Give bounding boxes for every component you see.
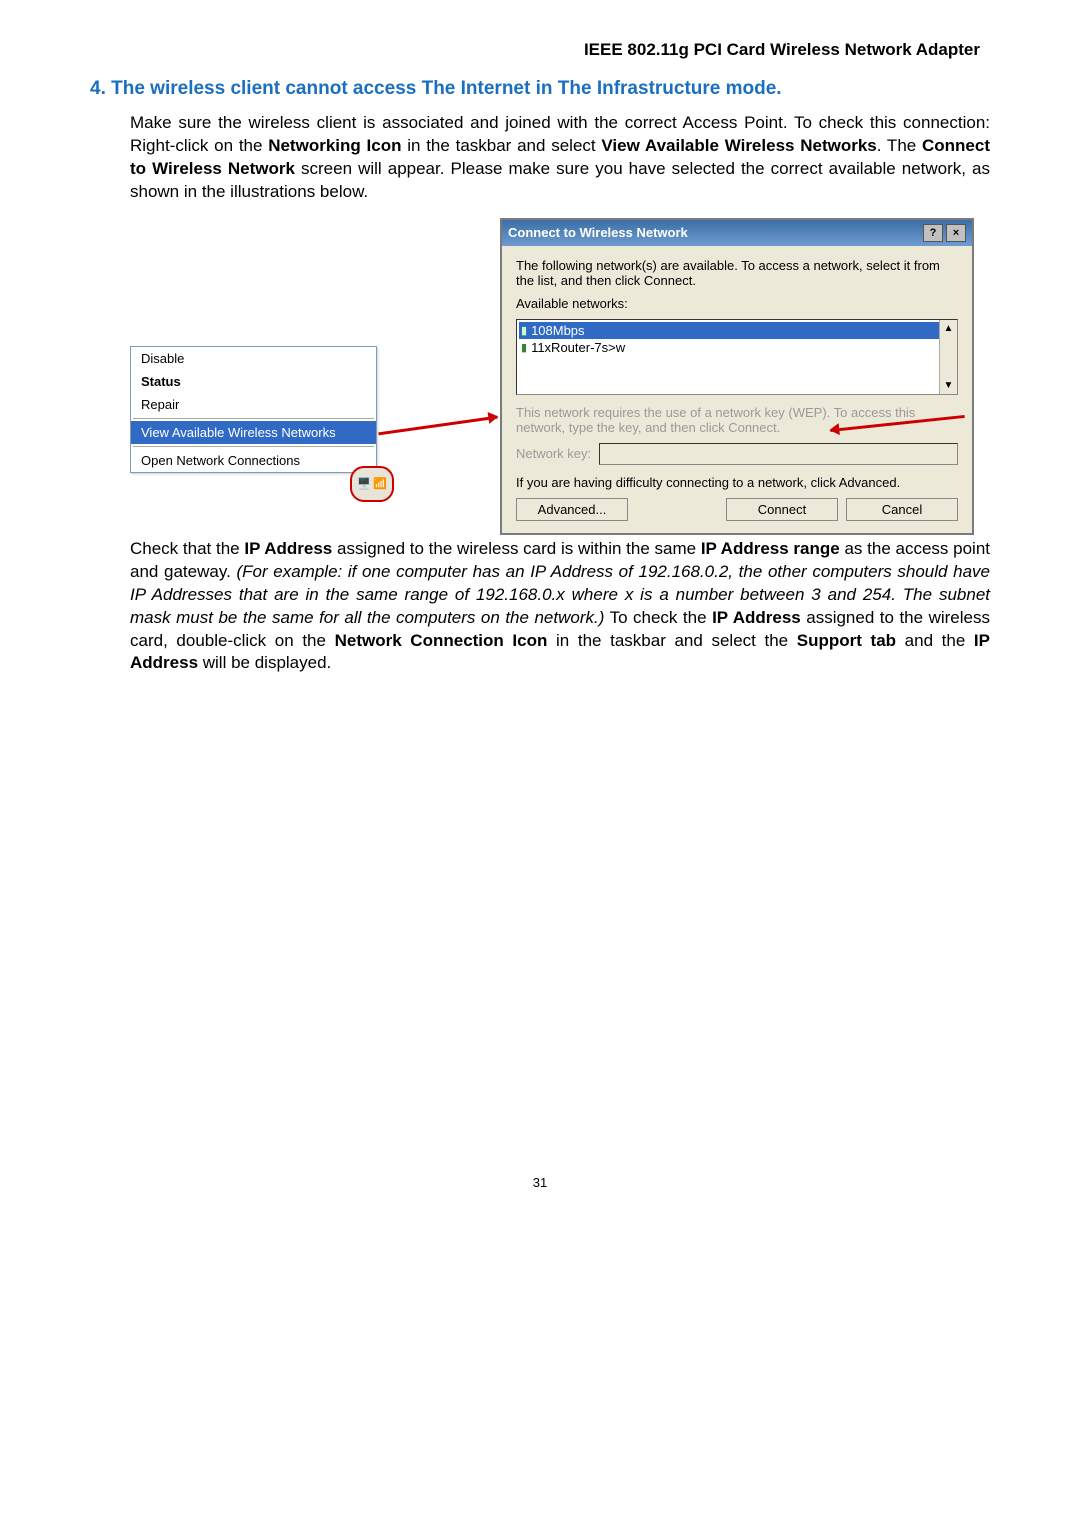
network-key-label: Network key:	[516, 446, 591, 461]
signal-icon: ▮	[521, 341, 527, 354]
dialog-body: The following network(s) are available. …	[502, 246, 972, 533]
wep-hint: This network requires the use of a netwo…	[516, 405, 958, 435]
connect-dialog: Connect to Wireless Network ? × The foll…	[500, 218, 974, 535]
dialog-button-row: Advanced... Connect Cancel	[516, 498, 958, 521]
ctx-repair[interactable]: Repair	[131, 393, 376, 416]
p1-mid1: in the taskbar and select	[401, 136, 601, 155]
dialog-description: The following network(s) are available. …	[516, 258, 958, 288]
p2-b4: Network Connection Icon	[335, 631, 548, 650]
advanced-button[interactable]: Advanced...	[516, 498, 628, 521]
network-item[interactable]: ▮ 11xRouter-7s>w	[519, 339, 955, 356]
screenshots-row: Disable Status Repair View Available Wir…	[130, 218, 990, 508]
dialog-title: Connect to Wireless Network	[508, 225, 688, 240]
arrow-annotation-1	[378, 415, 497, 435]
ctx-open-connections[interactable]: Open Network Connections	[131, 449, 376, 472]
scroll-down-icon[interactable]: ▼	[944, 377, 954, 394]
ctx-view-available[interactable]: View Available Wireless Networks	[131, 421, 376, 444]
network-key-row: Network key:	[516, 443, 958, 465]
advanced-hint: If you are having difficulty connecting …	[516, 475, 958, 490]
p2-b5: Support tab	[797, 631, 896, 650]
network-name-2: 11xRouter-7s>w	[531, 340, 625, 355]
context-menu: Disable Status Repair View Available Wir…	[130, 346, 377, 473]
tray-network-icon[interactable]: 🖥️ 📶	[350, 466, 394, 502]
p2-b3: IP Address	[712, 608, 801, 627]
ctx-separator	[133, 418, 374, 419]
dialog-titlebar: Connect to Wireless Network ? ×	[502, 220, 972, 246]
p2-mid1: assigned to the wireless card is within …	[332, 539, 701, 558]
cancel-button[interactable]: Cancel	[846, 498, 958, 521]
header-title: IEEE 802.11g PCI Card Wireless Network A…	[90, 40, 980, 60]
help-button[interactable]: ?	[923, 224, 943, 242]
ctx-disable[interactable]: Disable	[131, 347, 376, 370]
p2-pre: Check that the	[130, 539, 244, 558]
scroll-up-icon[interactable]: ▲	[944, 320, 954, 337]
p2-mid5: in the taskbar and select the	[547, 631, 796, 650]
section-heading: 4. The wireless client cannot access The…	[90, 78, 990, 100]
p2-mid3: To check the	[604, 608, 712, 627]
p2-post: will be displayed.	[198, 653, 331, 672]
intro-paragraph: Make sure the wireless client is associa…	[130, 112, 990, 204]
network-name-1: 108Mbps	[531, 323, 584, 338]
p1-mid2: . The	[877, 136, 922, 155]
network-item-selected[interactable]: ▮ 108Mbps	[519, 322, 955, 339]
ctx-status[interactable]: Status	[131, 370, 376, 393]
available-networks-list[interactable]: ▮ 108Mbps ▮ 11xRouter-7s>w ▲ ▼	[516, 319, 958, 395]
connect-button[interactable]: Connect	[726, 498, 838, 521]
p2-mid6: and the	[896, 631, 974, 650]
p2-b2: IP Address range	[701, 539, 840, 558]
ctx-separator-2	[133, 446, 374, 447]
monitor-icon: 🖥️	[357, 477, 371, 490]
signal-icon: ▮	[521, 324, 527, 337]
p1-b2: View Available Wireless Networks	[601, 136, 876, 155]
list-scrollbar[interactable]: ▲ ▼	[939, 320, 957, 394]
available-networks-label: Available networks:	[516, 296, 958, 311]
signal-icon: 📶	[373, 477, 387, 490]
second-paragraph: Check that the IP Address assigned to th…	[130, 538, 990, 676]
close-button[interactable]: ×	[946, 224, 966, 242]
page-number: 31	[90, 1175, 990, 1190]
p2-b1: IP Address	[244, 539, 332, 558]
network-key-input[interactable]	[599, 443, 958, 465]
p1-b1: Networking Icon	[268, 136, 401, 155]
